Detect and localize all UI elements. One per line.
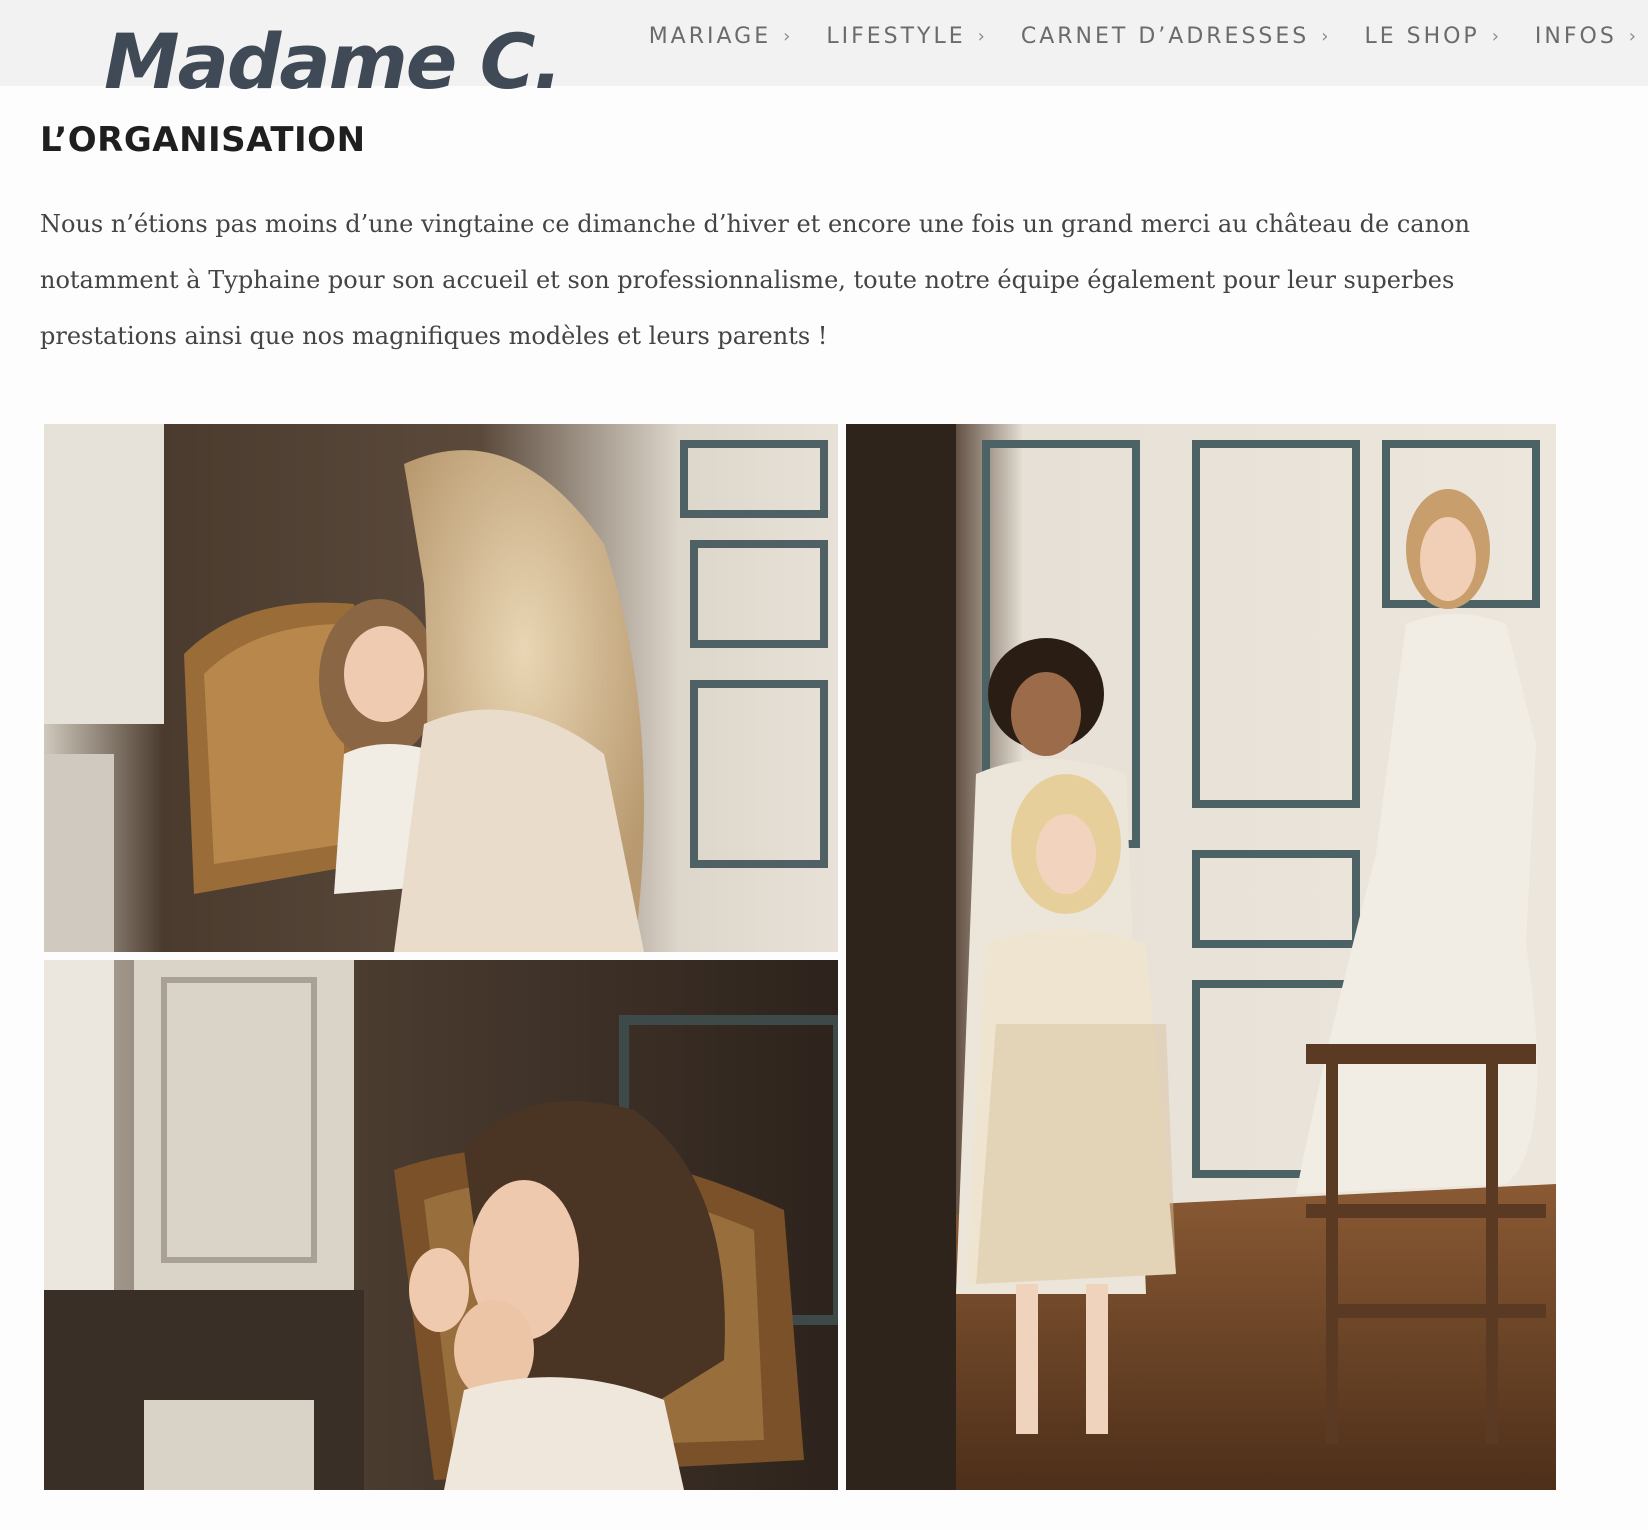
logo-text: Madame C. [104, 17, 560, 106]
chevron-right-icon: › [977, 26, 985, 47]
nav-label: LIFESTYLE [826, 24, 966, 49]
nav-label: LE SHOP [1364, 24, 1480, 49]
chevron-right-icon: › [1491, 26, 1499, 47]
gallery-photo-toddler-rubbing-eye[interactable] [44, 960, 838, 1490]
logo-wordmark: Madame C. [104, 17, 562, 106]
photo-image [44, 424, 838, 952]
chevron-right-icon: › [783, 26, 791, 47]
nav-item-le-shop[interactable]: LE SHOP › [1364, 24, 1498, 49]
nav-label: INFOS [1534, 24, 1617, 49]
intro-paragraph: Nous n’étions pas moins d’une vingtaine … [40, 210, 1470, 350]
main-nav: MARIAGE › LIFESTYLE › CARNET D’ADRESSES … [613, 24, 1636, 49]
nav-label: MARIAGE [648, 24, 772, 49]
photo-image [44, 960, 838, 1490]
site-logo[interactable]: Madame C. [104, 16, 562, 126]
nav-item-lifestyle[interactable]: LIFESTYLE › [826, 24, 985, 49]
chevron-right-icon: › [1628, 26, 1636, 47]
chevron-right-icon: › [1321, 26, 1329, 47]
nav-item-carnet-adresses[interactable]: CARNET D’ADRESSES › [1021, 24, 1329, 49]
nav-item-infos[interactable]: INFOS › [1535, 24, 1636, 49]
nav-label: CARNET D’ADRESSES [1020, 24, 1310, 49]
gallery-photo-toddler-smiling[interactable] [44, 424, 838, 952]
nav-item-mariage[interactable]: MARIAGE › [649, 24, 791, 49]
photo-image [846, 424, 1556, 1490]
site-header: Madame C. MARIAGE › LIFESTYLE › CARNET D… [0, 0, 1648, 106]
gallery-photo-children-and-bride[interactable] [846, 424, 1556, 1490]
